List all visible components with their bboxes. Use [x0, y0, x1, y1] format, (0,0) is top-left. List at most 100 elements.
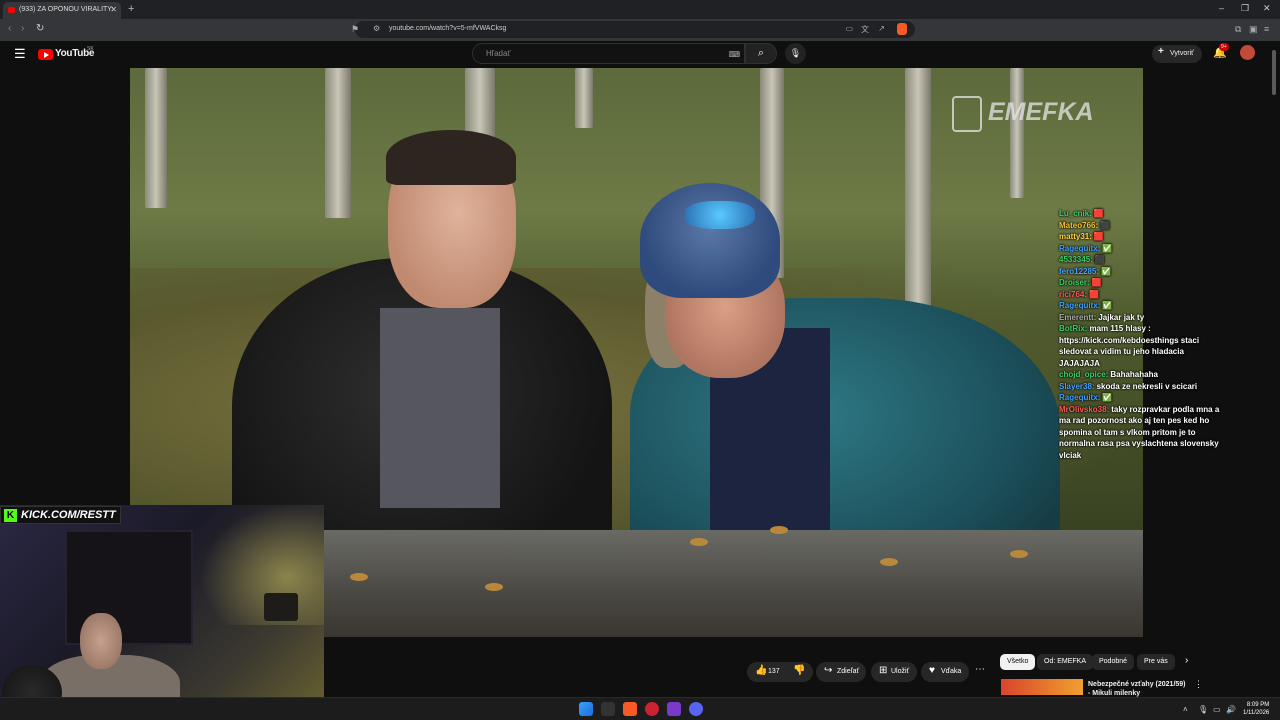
bookmark-icon[interactable]: ⚑ [351, 24, 359, 35]
recommended-more-icon[interactable]: ⋮ [1194, 679, 1203, 690]
minimize-button[interactable]: – [1219, 3, 1224, 13]
brave-shield-icon[interactable] [897, 23, 907, 35]
chat-username: 4533345: [1059, 255, 1093, 264]
date: 1/11/2026 [1243, 710, 1270, 716]
save-icon: ⊞ [879, 665, 888, 676]
leaf [690, 538, 708, 546]
more-actions-icon[interactable]: ⋯ [975, 664, 985, 675]
chat-username: chojd_opice: [1059, 370, 1109, 379]
chat-message: chojd_opice: Bahahahaha [1059, 369, 1224, 381]
lamp [264, 593, 298, 621]
mic-tray-icon[interactable]: 🎙 [1198, 705, 1208, 714]
search-button[interactable]: ⌕ [745, 43, 777, 64]
chat-username: Ragequitx: [1059, 393, 1101, 402]
tab-title: (933) ZA OPONOU VIRALITY: [19, 6, 114, 13]
voice-search-button[interactable]: 🎙 [785, 43, 806, 64]
thumbs-up-icon: 👍 [755, 665, 768, 676]
sunglasses [685, 201, 755, 229]
recommended-title[interactable]: Nebezpečné vzťahy (2021/59) - Mikuli mil… [1088, 680, 1188, 698]
chat-message: Ragequitx: ✅ [1059, 300, 1224, 312]
chip-related[interactable]: Podobné [1092, 654, 1135, 670]
taskview-icon[interactable] [601, 702, 615, 716]
youtube-logo-icon[interactable] [38, 49, 53, 60]
volume-icon[interactable]: 🔊 [1226, 705, 1236, 714]
dislike-button[interactable]: 👎 [789, 662, 809, 682]
start-icon[interactable] [579, 702, 593, 716]
chat-message: Slayer38: skoda ze nekresli v scicari [1059, 381, 1224, 393]
forward-icon[interactable]: › [21, 23, 24, 34]
tree [1010, 68, 1024, 198]
site-info-icon[interactable]: ⚙ [373, 24, 380, 33]
scrollbar-thumb[interactable] [1272, 50, 1276, 95]
plus-icon: + [1158, 46, 1164, 57]
thanks-button[interactable]: ♥ Vďaka [921, 662, 969, 682]
leaf [1010, 550, 1028, 558]
tray-chevron-icon[interactable]: ˄ [1183, 705, 1188, 714]
chat-text: ⬛ [1094, 255, 1105, 264]
app-icon[interactable] [645, 702, 659, 716]
clock[interactable]: 8:09 PM 1/11/2026 [1243, 701, 1269, 717]
chat-message: rici764: 🟥 [1059, 289, 1224, 301]
search-input[interactable]: Hľadať ⌨ [472, 43, 745, 64]
app-icon-2[interactable] [667, 702, 681, 716]
region-code: SK [87, 46, 94, 52]
chip-for-you[interactable]: Pre vás [1137, 654, 1175, 670]
chat-username: Droiser: [1059, 278, 1090, 287]
save-button[interactable]: ⊞ Uložiť [871, 662, 917, 682]
chat-username: Emerentt: [1059, 312, 1097, 322]
chat-username: MrOlivsko38: [1059, 404, 1110, 414]
chat-username: Ragequitx: [1059, 301, 1101, 310]
chevron-right-icon[interactable]: › [1185, 655, 1188, 666]
wooden-table [320, 530, 1143, 637]
address-bar[interactable]: ⚑ ⚙ youtube.com/watch?v=5-mfVWACksg ▭ 文 … [351, 21, 915, 38]
menu-icon[interactable]: ☰ [14, 46, 26, 62]
chat-message: matty31: 🟥 [1059, 231, 1224, 243]
tree [905, 68, 931, 318]
browser-tab-bar: (933) ZA OPONOU VIRALITY: ✕ + – ❐ ✕ [0, 0, 1280, 19]
chat-text: 🟥 [1091, 278, 1102, 287]
maximize-button[interactable]: ❐ [1241, 3, 1249, 14]
lamp-glow [200, 505, 324, 625]
kick-banner: K KICK.COM/RESTT [0, 506, 121, 524]
discord-icon[interactable] [689, 702, 703, 716]
browser-menu-icon[interactable]: ≡ [1264, 24, 1269, 34]
tree [325, 68, 351, 218]
wallet-icon[interactable]: ▣ [1249, 24, 1258, 35]
thumbs-down-icon: 👎 [793, 665, 806, 676]
chat-text: 🟥 [1089, 289, 1099, 299]
share-icon: ↪ [824, 665, 833, 676]
screen-cast-icon[interactable]: ▭ [845, 24, 853, 33]
browser-tab[interactable]: (933) ZA OPONOU VIRALITY: ✕ [3, 2, 121, 19]
chat-text: 🟥 [1093, 232, 1104, 241]
streamer-face [80, 613, 122, 669]
person-left-shirt [380, 308, 500, 508]
stream-chat-overlay: Lu_cnik: 🟥 Mateo766: ⬛ matty31: 🟥 Ragequitx: ✅ 4… [1059, 208, 1224, 461]
translate-icon[interactable]: 文 [861, 24, 869, 35]
share-button[interactable]: ↪ Zdieľať [816, 662, 866, 682]
url-text: youtube.com/watch?v=5-mfVWACksg [389, 25, 507, 32]
search-placeholder: Hľadať [486, 49, 511, 58]
brave-icon[interactable] [623, 702, 637, 716]
chat-text: ✅ [1101, 266, 1111, 276]
reload-icon[interactable]: ↻ [36, 23, 44, 34]
recommended-thumbnail[interactable] [1001, 679, 1083, 695]
address-row: ‹ › ↻ ⚑ ⚙ youtube.com/watch?v=5-mfVWACks… [0, 19, 1280, 41]
chip-from-channel[interactable]: Od: EMEFKA [1037, 654, 1094, 670]
back-icon[interactable]: ‹ [8, 23, 11, 34]
thanks-icon: ♥ [929, 665, 935, 676]
avatar[interactable] [1240, 45, 1255, 60]
network-icon[interactable]: ▭ [1213, 705, 1221, 714]
close-window-button[interactable]: ✕ [1263, 3, 1271, 14]
watermark-text: EMEFKA [988, 98, 1094, 126]
kick-banner-text: KICK.COM/RESTT [21, 509, 116, 521]
create-button[interactable]: + Vytvoriť [1152, 45, 1202, 63]
chat-message: Lu_cnik: 🟥 [1059, 208, 1224, 220]
share-page-icon[interactable]: ↗ [878, 24, 885, 33]
new-tab-button[interactable]: + [128, 3, 134, 15]
chip-all[interactable]: Všetko [1000, 654, 1036, 670]
extensions-icon[interactable]: ⧉ [1235, 24, 1241, 35]
chat-text: Jajkar jak ty [1098, 312, 1145, 322]
keyboard-icon[interactable]: ⌨ [728, 50, 740, 59]
notification-badge: 9+ [1219, 43, 1229, 51]
tab-close-icon[interactable]: ✕ [110, 5, 117, 14]
